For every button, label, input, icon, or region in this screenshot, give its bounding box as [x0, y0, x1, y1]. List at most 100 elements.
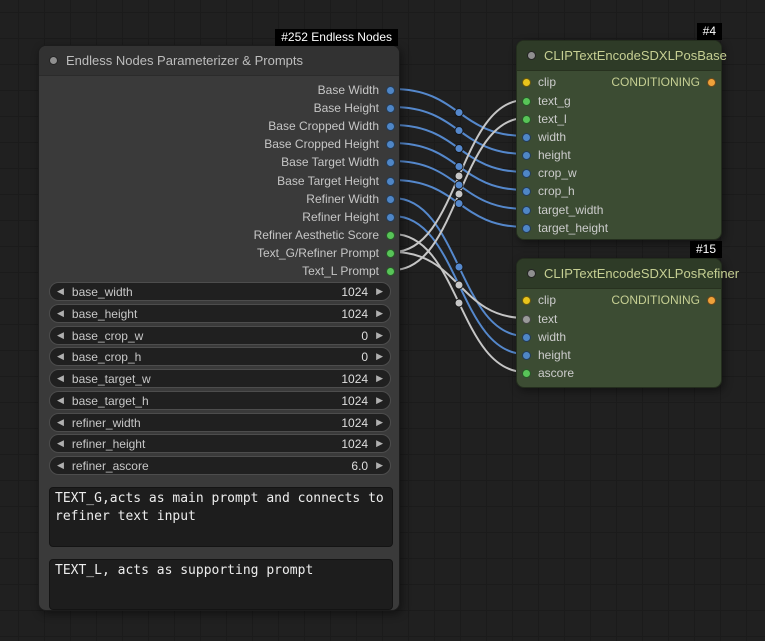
output-slot-dot[interactable] [386, 249, 395, 258]
text-g-prompt-textarea[interactable]: TEXT_G,acts as main prompt and connects … [49, 487, 393, 547]
decrement-arrow-icon[interactable]: ◀ [57, 331, 64, 340]
widget-refiner-ascore[interactable]: ◀ refiner_ascore 6.0 ▶ [49, 456, 391, 475]
output-slot-dot[interactable] [707, 78, 716, 87]
input-slot-dot[interactable] [522, 78, 531, 87]
node-graph-canvas[interactable]: #252 Endless Nodes #4 #15 Endless Nodes … [0, 0, 765, 641]
input-slot-dot[interactable] [522, 296, 531, 305]
collapse-dot-icon[interactable] [49, 56, 58, 65]
widget-refiner-height[interactable]: ◀ refiner_height 1024 ▶ [49, 434, 391, 453]
decrement-arrow-icon[interactable]: ◀ [57, 461, 64, 470]
output-slot-dot[interactable] [386, 86, 395, 95]
output-slot-label: Base Cropped Width [268, 119, 379, 133]
output-slot-dot[interactable] [386, 177, 395, 186]
output-slot-text-l-prompt: Text_L Prompt [302, 263, 395, 279]
output-slot-dot[interactable] [386, 267, 395, 276]
input-slot-clip: clip [522, 74, 556, 90]
node-header[interactable]: Endless Nodes Parameterizer & Prompts [39, 46, 399, 76]
increment-arrow-icon[interactable]: ▶ [376, 461, 383, 470]
output-slot-dot[interactable] [386, 104, 395, 113]
input-slot-clip: clip [522, 292, 556, 308]
increment-arrow-icon[interactable]: ▶ [376, 374, 383, 383]
widget-name: base_target_h [72, 394, 149, 408]
decrement-arrow-icon[interactable]: ◀ [57, 287, 64, 296]
node-title: Endless Nodes Parameterizer & Prompts [66, 53, 303, 68]
input-slot-text-g: text_g [522, 93, 571, 109]
input-slot-label: clip [538, 293, 556, 307]
widget-base-height[interactable]: ◀ base_height 1024 ▶ [49, 304, 391, 323]
input-slot-dot[interactable] [522, 351, 531, 360]
widget-base-crop-h[interactable]: ◀ base_crop_h 0 ▶ [49, 347, 391, 366]
node-endless-parameterizer[interactable]: Endless Nodes Parameterizer & Prompts Ba… [38, 45, 400, 611]
output-slot-dot[interactable] [386, 140, 395, 149]
increment-arrow-icon[interactable]: ▶ [376, 352, 383, 361]
increment-arrow-icon[interactable]: ▶ [376, 287, 383, 296]
decrement-arrow-icon[interactable]: ◀ [57, 374, 64, 383]
input-slot-height: height [522, 347, 571, 363]
widget-base-width[interactable]: ◀ base_width 1024 ▶ [49, 282, 391, 301]
output-slot-base-cropped-height: Base Cropped Height [264, 136, 395, 152]
output-slot-dot[interactable] [386, 213, 395, 222]
widget-name: base_crop_w [72, 329, 143, 343]
input-slot-crop-h: crop_h [522, 183, 575, 199]
increment-arrow-icon[interactable]: ▶ [376, 309, 383, 318]
input-slot-dot[interactable] [522, 315, 531, 324]
output-slot-label: CONDITIONING [611, 293, 700, 307]
increment-arrow-icon[interactable]: ▶ [376, 418, 383, 427]
input-slot-dot[interactable] [522, 206, 531, 215]
input-slot-label: text_g [538, 94, 571, 108]
input-slot-label: text [538, 312, 557, 326]
increment-arrow-icon[interactable]: ▶ [376, 396, 383, 405]
node-header[interactable]: CLIPTextEncodeSDXLPosRefiner [517, 259, 721, 289]
input-slot-label: target_width [538, 203, 603, 217]
input-slot-dot[interactable] [522, 151, 531, 160]
output-slot-base-width: Base Width [318, 82, 395, 98]
output-slot-refiner-width: Refiner Width [306, 191, 395, 207]
widget-value: 0 [361, 350, 368, 364]
output-slot-dot[interactable] [386, 158, 395, 167]
input-slot-dot[interactable] [522, 133, 531, 142]
collapse-dot-icon[interactable] [527, 51, 536, 60]
node-clip-text-encode-sdxl-pos-base[interactable]: CLIPTextEncodeSDXLPosBase CONDITIONING c… [516, 40, 722, 240]
widget-refiner-width[interactable]: ◀ refiner_width 1024 ▶ [49, 413, 391, 432]
output-slot-label: Refiner Height [302, 210, 379, 224]
input-slot-dot[interactable] [522, 187, 531, 196]
text-l-prompt-textarea[interactable]: TEXT_L, acts as supporting prompt [49, 559, 393, 610]
output-slot-base-target-height: Base Target Height [277, 173, 395, 189]
input-slot-label: target_height [538, 221, 608, 235]
node-id-badge-base: #4 [697, 23, 722, 40]
widget-base-target-h[interactable]: ◀ base_target_h 1024 ▶ [49, 391, 391, 410]
input-slot-dot[interactable] [522, 115, 531, 124]
output-slot-dot[interactable] [707, 296, 716, 305]
widget-name: base_height [72, 307, 137, 321]
input-slot-dot[interactable] [522, 97, 531, 106]
input-slot-label: width [538, 130, 566, 144]
widget-base-crop-w[interactable]: ◀ base_crop_w 0 ▶ [49, 326, 391, 345]
input-slot-dot[interactable] [522, 333, 531, 342]
input-slot-dot[interactable] [522, 169, 531, 178]
input-slot-dot[interactable] [522, 224, 531, 233]
output-slot-dot[interactable] [386, 122, 395, 131]
increment-arrow-icon[interactable]: ▶ [376, 331, 383, 340]
increment-arrow-icon[interactable]: ▶ [376, 439, 383, 448]
collapse-dot-icon[interactable] [527, 269, 536, 278]
node-clip-text-encode-sdxl-pos-refiner[interactable]: CLIPTextEncodeSDXLPosRefiner CONDITIONIN… [516, 258, 722, 388]
widget-value: 1024 [341, 437, 368, 451]
output-slot-dot[interactable] [386, 195, 395, 204]
decrement-arrow-icon[interactable]: ◀ [57, 309, 64, 318]
input-slot-dot[interactable] [522, 369, 531, 378]
widget-value: 1024 [341, 416, 368, 430]
decrement-arrow-icon[interactable]: ◀ [57, 439, 64, 448]
decrement-arrow-icon[interactable]: ◀ [57, 396, 64, 405]
link-midpoint-dot [455, 109, 463, 117]
node-header[interactable]: CLIPTextEncodeSDXLPosBase [517, 41, 721, 71]
decrement-arrow-icon[interactable]: ◀ [57, 352, 64, 361]
decrement-arrow-icon[interactable]: ◀ [57, 418, 64, 427]
output-slot-dot[interactable] [386, 231, 395, 240]
widget-name: refiner_width [72, 416, 141, 430]
widget-base-target-w[interactable]: ◀ base_target_w 1024 ▶ [49, 369, 391, 388]
widget-value: 1024 [341, 372, 368, 386]
node-title: CLIPTextEncodeSDXLPosBase [544, 48, 727, 63]
input-slot-width: width [522, 129, 566, 145]
output-slot-label: CONDITIONING [611, 75, 700, 89]
input-slot-label: crop_w [538, 166, 577, 180]
